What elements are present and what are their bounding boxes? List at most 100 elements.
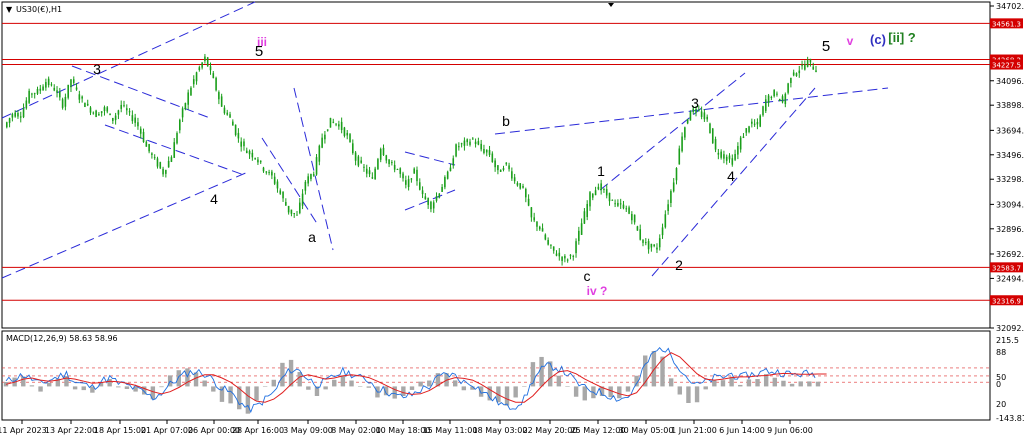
macd-histogram-bar bbox=[280, 362, 285, 387]
candle-body bbox=[781, 96, 784, 103]
candle-body bbox=[61, 99, 64, 108]
candle-body bbox=[494, 160, 496, 168]
candle-body bbox=[148, 144, 150, 152]
time-axis-label: 18 May 03:00 bbox=[473, 426, 528, 435]
trading-chart[interactable]: ▼ US30(€),H1 MACD(12,26,9) 58.63 58.96 3… bbox=[0, 0, 1024, 441]
candle-body bbox=[530, 207, 533, 218]
wave-label: 4 bbox=[210, 191, 218, 207]
candle-body bbox=[382, 147, 385, 156]
chart-title: US30(€),H1 bbox=[16, 5, 62, 14]
candle-body bbox=[209, 66, 212, 71]
candle-body bbox=[120, 104, 123, 109]
macd-histogram-bar bbox=[703, 386, 708, 390]
macd-histogram-bar bbox=[392, 386, 397, 399]
candle-body bbox=[631, 214, 633, 221]
candle-body bbox=[243, 141, 245, 147]
candle-body bbox=[220, 96, 223, 107]
candle-body bbox=[589, 192, 591, 207]
candle-body bbox=[812, 66, 815, 70]
candle-body bbox=[187, 92, 189, 105]
candle-body bbox=[95, 110, 97, 118]
candle-body bbox=[226, 112, 229, 115]
candle-body bbox=[502, 168, 505, 170]
macd-histogram-bar bbox=[539, 356, 544, 387]
candle-body bbox=[611, 199, 614, 201]
macd-histogram-bar bbox=[712, 380, 717, 387]
candle-body bbox=[145, 141, 148, 147]
candle-body bbox=[103, 107, 106, 112]
candle-body bbox=[343, 127, 346, 136]
time-axis-label: 1 Jun 21:00 bbox=[671, 426, 717, 435]
candle-body bbox=[259, 160, 262, 163]
time-axis-label: 9 Jun 06:00 bbox=[767, 426, 813, 435]
candle-body bbox=[170, 157, 173, 162]
wave-label: (c) bbox=[870, 32, 886, 47]
candle-body bbox=[28, 90, 30, 103]
macd-histogram-bar bbox=[668, 378, 674, 387]
candle-body bbox=[756, 122, 759, 125]
candle-body bbox=[622, 204, 625, 209]
candle-body bbox=[109, 113, 111, 115]
candle-body bbox=[377, 159, 379, 170]
macd-histogram-bar bbox=[625, 386, 631, 392]
candle-body bbox=[128, 111, 131, 113]
price-axis-label: 34096.0 bbox=[996, 77, 1024, 86]
candle-body bbox=[795, 73, 798, 77]
candle-body bbox=[463, 140, 466, 146]
macd-histogram-bar bbox=[202, 380, 207, 387]
price-axis-label: 33898.0 bbox=[996, 101, 1024, 110]
candle-body bbox=[67, 84, 69, 98]
candle-body bbox=[22, 108, 25, 118]
candle-body bbox=[790, 77, 792, 84]
time-axis-label: 15 May 11:00 bbox=[423, 426, 478, 435]
candle-body bbox=[59, 91, 61, 98]
candle-body bbox=[522, 185, 524, 188]
macd-histogram-bar bbox=[418, 381, 423, 387]
candle-body bbox=[642, 239, 644, 243]
chart-title-arrow[interactable]: ▼ bbox=[6, 5, 13, 14]
candle-body bbox=[633, 214, 636, 223]
candle-body bbox=[56, 90, 58, 93]
candle-body bbox=[773, 90, 775, 97]
candle-body bbox=[544, 234, 547, 240]
candle-body bbox=[474, 141, 477, 145]
candle-body bbox=[86, 103, 89, 106]
candle-body bbox=[488, 150, 491, 155]
candle-body bbox=[686, 119, 689, 124]
candle-body bbox=[271, 171, 273, 176]
macd-histogram-bar bbox=[461, 386, 467, 391]
candle-body bbox=[204, 56, 206, 61]
price-axis-label: 33496.0 bbox=[996, 151, 1024, 160]
macd-axis-label: 215.5 bbox=[996, 336, 1019, 345]
candle-body bbox=[734, 154, 736, 160]
macd-label: MACD(12,26,9) 58.63 58.96 bbox=[6, 334, 118, 343]
candle-body bbox=[538, 226, 541, 230]
candle-body bbox=[223, 107, 226, 114]
candle-body bbox=[720, 151, 722, 158]
candle-body bbox=[723, 154, 725, 159]
candle-body bbox=[728, 155, 731, 160]
candle-body bbox=[578, 230, 580, 241]
candle-body bbox=[605, 189, 608, 196]
candle-body bbox=[806, 60, 809, 67]
candle-body bbox=[776, 93, 778, 95]
candle-body bbox=[17, 112, 19, 117]
macd-histogram-bar bbox=[211, 386, 216, 392]
candle-body bbox=[658, 238, 661, 248]
candle-body bbox=[298, 202, 301, 214]
candle-body bbox=[647, 241, 650, 250]
candle-body bbox=[134, 117, 136, 123]
candle-body bbox=[471, 138, 474, 140]
candle-body bbox=[452, 158, 455, 166]
candle-body bbox=[764, 99, 767, 111]
candle-body bbox=[739, 137, 742, 150]
wave-label: 2 bbox=[675, 257, 683, 273]
candle-body bbox=[591, 193, 594, 198]
wave-label: 5 bbox=[822, 38, 830, 55]
candle-body bbox=[285, 201, 287, 206]
candle-body bbox=[491, 153, 494, 162]
macd-histogram-bar bbox=[366, 386, 372, 388]
candle-body bbox=[458, 146, 460, 148]
candle-body bbox=[714, 139, 717, 150]
candle-body bbox=[784, 93, 787, 105]
